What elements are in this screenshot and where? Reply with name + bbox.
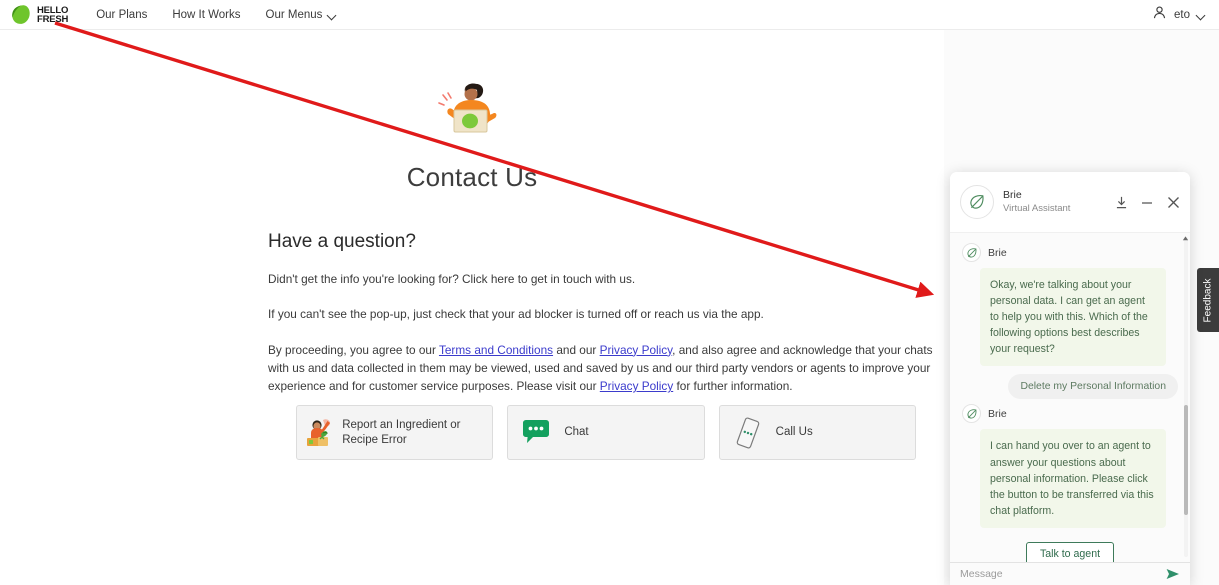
chat-header-actions [1116,196,1180,209]
nav-item-our-plans-label: Our Plans [96,8,148,21]
nav-item-our-menus[interactable]: Our Menus [266,9,337,21]
nav-item-how-it-works-label: How It Works [172,8,241,21]
paragraph-info: Didn't get the info you're looking for? … [268,272,636,286]
privacy-policy-link-1[interactable]: Privacy Policy [600,343,673,357]
primary-nav-links: Our Plans How It Works Our Menus [96,9,336,21]
bot-message-bubble: I can hand you over to an agent to answe… [980,429,1166,528]
feedback-tab[interactable]: Feedback [1197,268,1219,332]
user-avatar-icon [1152,5,1167,25]
legal-text-a: By proceeding, you agree to our [268,342,439,357]
account-menu[interactable]: eto [1152,5,1205,25]
close-icon[interactable] [1167,196,1180,209]
card-chat-label: Chat [564,426,589,439]
nav-item-how-it-works[interactable]: How It Works [172,9,240,21]
message-group-2: Brie I can hand you over to an agent to … [962,404,1178,528]
chat-scrollbar-thumb[interactable] [1184,405,1188,515]
message-group-1: Brie Okay, we're talking about your pers… [962,243,1178,400]
chat-message-list[interactable]: Brie Okay, we're talking about your pers… [950,232,1190,562]
chat-scrollbar[interactable] [1184,237,1188,557]
main-content-canvas: Contact Us Have a question? Didn't get t… [0,30,944,585]
message-input[interactable] [960,568,1166,580]
paragraph-popup: If you can't see the pop-up, just check … [268,307,764,322]
chat-widget-header: Brie Virtual Assistant [950,172,1190,232]
card-chat[interactable]: Chat [507,405,705,460]
legal-text-b: and our [553,342,600,357]
card-call-us[interactable]: Call Us [718,405,916,460]
leaf-icon [962,243,981,262]
privacy-policy-link-2[interactable]: Privacy Policy [600,379,673,393]
cook-illustration-icon [297,414,342,452]
download-icon[interactable] [1116,196,1127,209]
contact-content: Have a question? Didn't get the info you… [268,193,938,395]
quick-reply-row: Delete my Personal Information [962,374,1178,400]
phone-icon [720,416,776,450]
hellofresh-logo[interactable]: HELLO FRESH [10,4,68,26]
logo-word-line2: FRESH [37,13,69,25]
bot-name: Brie [1003,189,1022,201]
card-report-ingredient-error[interactable]: Report an Ingredient or Recipe Error [296,405,494,460]
bot-message-bubble: Okay, we're talking about your personal … [980,268,1166,367]
chat-input-bar [950,562,1190,585]
card-call-us-label: Call Us [775,426,813,439]
message-sender-name: Brie [988,407,1007,420]
agent-handoff-row: Talk to agent [962,541,1178,562]
bot-role: Virtual Assistant [1003,202,1071,214]
page-title: Contact Us [406,162,538,192]
chevron-down-icon [328,11,336,19]
card-report-ingredient-error-label: Report an Ingredient or Recipe Error [342,419,461,446]
chat-widget: Brie Virtual Assistant Brie Okay, we're … [950,172,1190,585]
message-sender-name: Brie [988,246,1007,259]
section-title: Have a question? [268,231,416,252]
leaf-logo-icon [10,4,32,26]
bot-identity: Brie Virtual Assistant [1003,189,1070,215]
account-chevron-down-icon [1197,11,1205,19]
legal-text-d: for further information. [673,379,793,394]
feedback-tab-label: Feedback [1202,278,1214,322]
page-root: HELLO FRESH Our Plans How It Works Our M… [0,0,1219,585]
contact-options-cards: Report an Ingredient or Recipe Error Cha… [296,405,916,460]
bot-avatar [960,185,994,219]
message-sender-row: Brie [962,404,1178,424]
send-icon[interactable] [1166,568,1180,580]
scroll-up-arrow-icon[interactable] [1182,235,1189,242]
leaf-icon [970,195,984,209]
top-navigation-bar: HELLO FRESH Our Plans How It Works Our M… [0,0,1219,30]
nav-item-our-menus-label: Our Menus [265,8,323,21]
terms-and-conditions-link[interactable]: Terms and Conditions [439,343,553,357]
logo-wordmark: HELLO FRESH [37,5,69,25]
chat-bubble-icon [508,419,564,447]
account-username: eto [1174,8,1190,21]
paragraph-legal: By proceeding, you agree to our Terms an… [268,341,938,396]
minimize-icon[interactable] [1141,196,1153,208]
hero-section: Contact Us [0,30,944,193]
talk-to-agent-button[interactable]: Talk to agent [1025,541,1115,562]
nav-item-our-plans[interactable]: Our Plans [96,9,147,21]
quick-reply-delete-personal-information[interactable]: Delete my Personal Information [1008,374,1178,400]
person-holding-box-illustration-icon [438,83,497,133]
leaf-icon [962,404,981,424]
message-sender-row: Brie [962,243,1178,262]
